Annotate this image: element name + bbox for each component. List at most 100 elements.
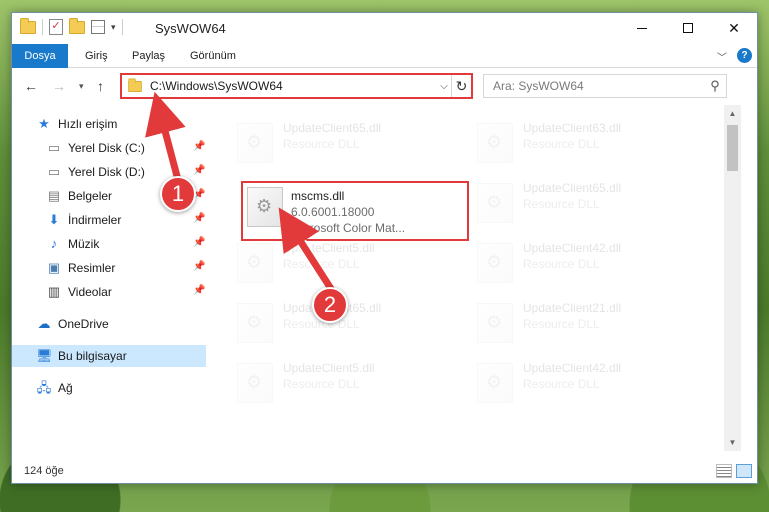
- sidebar-item-label: Resimler: [68, 261, 116, 275]
- dll-file-icon: [477, 183, 513, 223]
- navigation-pane: ★ Hızlı erişim ▭ Yerel Disk (C:) 📌 ▭ Yer…: [12, 105, 208, 461]
- pin-icon[interactable]: 📌: [193, 285, 205, 296]
- address-path[interactable]: C:\Windows\SysWOW64: [150, 79, 437, 93]
- file-version: 6.0.6001.18000: [291, 205, 375, 219]
- address-dropdown-icon[interactable]: ⌵: [437, 81, 451, 92]
- dll-file-icon: [477, 303, 513, 343]
- file-item[interactable]: UpdateClient5.dll Resource DLL: [235, 355, 455, 415]
- file-name: UpdateClient65.dll: [523, 181, 622, 195]
- address-bar[interactable]: C:\Windows\SysWOW64 ⌵ ↻: [120, 73, 473, 99]
- minimize-icon: [637, 27, 647, 29]
- drive-icon: ▭: [47, 164, 61, 179]
- sidebar-item-local-disk-c[interactable]: ▭ Yerel Disk (C:): [46, 137, 145, 159]
- file-type: Resource DLL: [523, 377, 600, 391]
- item-count: 124 öğe: [24, 465, 64, 477]
- file-description: Microsoft Color Mat...: [291, 221, 406, 235]
- title-bar: ✓ ▾ SysWOW64 ✕: [12, 13, 757, 44]
- tab-share[interactable]: Paylaş: [132, 44, 165, 68]
- drive-icon: ▭: [47, 140, 61, 155]
- maximize-button[interactable]: [665, 13, 711, 43]
- close-button[interactable]: ✕: [711, 13, 757, 43]
- tab-file[interactable]: Dosya: [12, 44, 68, 68]
- file-name: UpdateClient21.dll: [523, 301, 622, 315]
- folder-icon: [128, 77, 142, 92]
- properties-icon[interactable]: [91, 20, 105, 34]
- expand-ribbon-chevron-icon[interactable]: ﹀: [717, 49, 727, 64]
- search-placeholder[interactable]: Ara: SysWOW64: [493, 79, 704, 93]
- pin-icon[interactable]: 📌: [193, 261, 205, 272]
- ribbon-tabs: Dosya Giriş Paylaş Görünüm ﹀ ?: [12, 44, 757, 68]
- sidebar-item-videos[interactable]: ▥ Videolar: [46, 281, 112, 303]
- file-name: UpdateClient5.dll: [283, 241, 375, 255]
- file-item-mscms-dll[interactable]: mscms.dll 6.0.6001.18000 Microsoft Color…: [241, 181, 469, 241]
- sidebar-item-label: Müzik: [68, 237, 100, 251]
- forward-arrow-icon[interactable]: →: [52, 78, 66, 94]
- sidebar-item-label: Ağ: [58, 381, 73, 395]
- folder-icon[interactable]: [20, 17, 36, 34]
- search-input[interactable]: Ara: SysWOW64 ⚲: [483, 74, 727, 98]
- sidebar-item-network[interactable]: 🖧 Ağ: [36, 377, 73, 399]
- details-view-icon[interactable]: [716, 464, 732, 478]
- pin-icon[interactable]: 📌: [193, 141, 205, 152]
- tab-home[interactable]: Giriş: [85, 44, 108, 68]
- help-icon[interactable]: ?: [737, 48, 752, 63]
- dll-file-icon: [477, 123, 513, 163]
- sidebar-item-this-pc[interactable]: 🖥 Bu bilgisayar: [12, 345, 206, 367]
- file-list: UpdateClient65.dll Resource DLL UpdateCl…: [209, 105, 724, 451]
- new-folder-icon[interactable]: [69, 17, 85, 34]
- file-type: Resource DLL: [523, 137, 600, 151]
- sidebar-item-local-disk-d[interactable]: ▭ Yerel Disk (D:): [46, 161, 145, 183]
- pin-icon[interactable]: 📌: [193, 213, 205, 224]
- file-type: Resource DLL: [523, 257, 600, 271]
- file-item[interactable]: UpdateClient5.dll Resource DLL: [235, 235, 455, 295]
- scrollbar-thumb[interactable]: [727, 125, 738, 171]
- up-arrow-icon[interactable]: ↑: [97, 78, 104, 94]
- toolbar-divider: [121, 19, 123, 35]
- file-item[interactable]: UpdateClient21.dll Resource DLL: [475, 295, 695, 355]
- music-icon: ♪: [50, 236, 58, 251]
- sidebar-item-pictures[interactable]: ▣ Resimler: [46, 257, 116, 279]
- file-type: Resource DLL: [523, 197, 600, 211]
- search-icon[interactable]: ⚲: [704, 78, 726, 94]
- sidebar-item-music[interactable]: ♪ Müzik: [46, 233, 100, 255]
- sidebar-item-label: Videolar: [68, 285, 112, 299]
- sidebar-item-label: İndirmeler: [68, 213, 122, 227]
- close-icon: ✕: [728, 19, 740, 36]
- customize-toolbar-dropdown-icon[interactable]: ▾: [111, 22, 116, 33]
- star-icon: ★: [38, 116, 50, 131]
- tiles-view-icon[interactable]: [736, 464, 752, 478]
- tab-view[interactable]: Görünüm: [190, 44, 236, 68]
- pin-icon[interactable]: 📌: [193, 165, 205, 176]
- pin-icon[interactable]: 📌: [193, 237, 205, 248]
- dll-file-icon: [477, 243, 513, 283]
- dll-file-icon: [477, 363, 513, 403]
- status-bar: 124 öğe: [12, 461, 757, 483]
- properties-check-icon[interactable]: ✓: [49, 19, 63, 35]
- sidebar-item-onedrive[interactable]: ☁ OneDrive: [36, 313, 109, 335]
- file-item[interactable]: UpdateClient42.dll Resource DLL: [475, 355, 695, 415]
- back-arrow-icon[interactable]: ←: [24, 78, 38, 94]
- cloud-icon: ☁: [37, 316, 51, 331]
- scroll-down-arrow-icon[interactable]: ▼: [724, 434, 741, 451]
- file-name: UpdateClient5.dll: [283, 361, 375, 375]
- file-item[interactable]: UpdateClient42.dll Resource DLL: [475, 235, 695, 295]
- file-item[interactable]: UpdateClient65.dll Resource DLL: [475, 175, 695, 235]
- network-icon: 🖧: [36, 380, 52, 395]
- refresh-icon[interactable]: ↻: [451, 75, 471, 97]
- pictures-icon: ▣: [47, 260, 61, 275]
- sidebar-item-documents[interactable]: ▤ Belgeler: [46, 185, 112, 207]
- minimize-button[interactable]: [619, 13, 665, 43]
- file-name: UpdateClient42.dll: [523, 361, 622, 375]
- file-item[interactable]: UpdateClient63.dll Resource DLL: [475, 115, 695, 175]
- vertical-scrollbar[interactable]: ▲ ▼: [724, 105, 741, 451]
- quick-access-toolbar: ✓ ▾: [20, 17, 123, 35]
- sidebar-item-label: OneDrive: [58, 317, 109, 331]
- explorer-window: ✓ ▾ SysWOW64 ✕ Dosya Giriş Paylaş Görünü…: [11, 12, 758, 484]
- sidebar-item-downloads[interactable]: ⬇ İndirmeler: [46, 209, 122, 231]
- scroll-up-arrow-icon[interactable]: ▲: [724, 105, 741, 122]
- file-item[interactable]: UpdateClient65.dll Resource DLL: [235, 115, 455, 175]
- sidebar-item-label: Bu bilgisayar: [58, 349, 127, 363]
- recent-locations-dropdown-icon[interactable]: ▾: [79, 81, 84, 92]
- file-name: UpdateClient63.dll: [523, 121, 622, 135]
- sidebar-item-quick-access[interactable]: ★ Hızlı erişim: [36, 113, 117, 135]
